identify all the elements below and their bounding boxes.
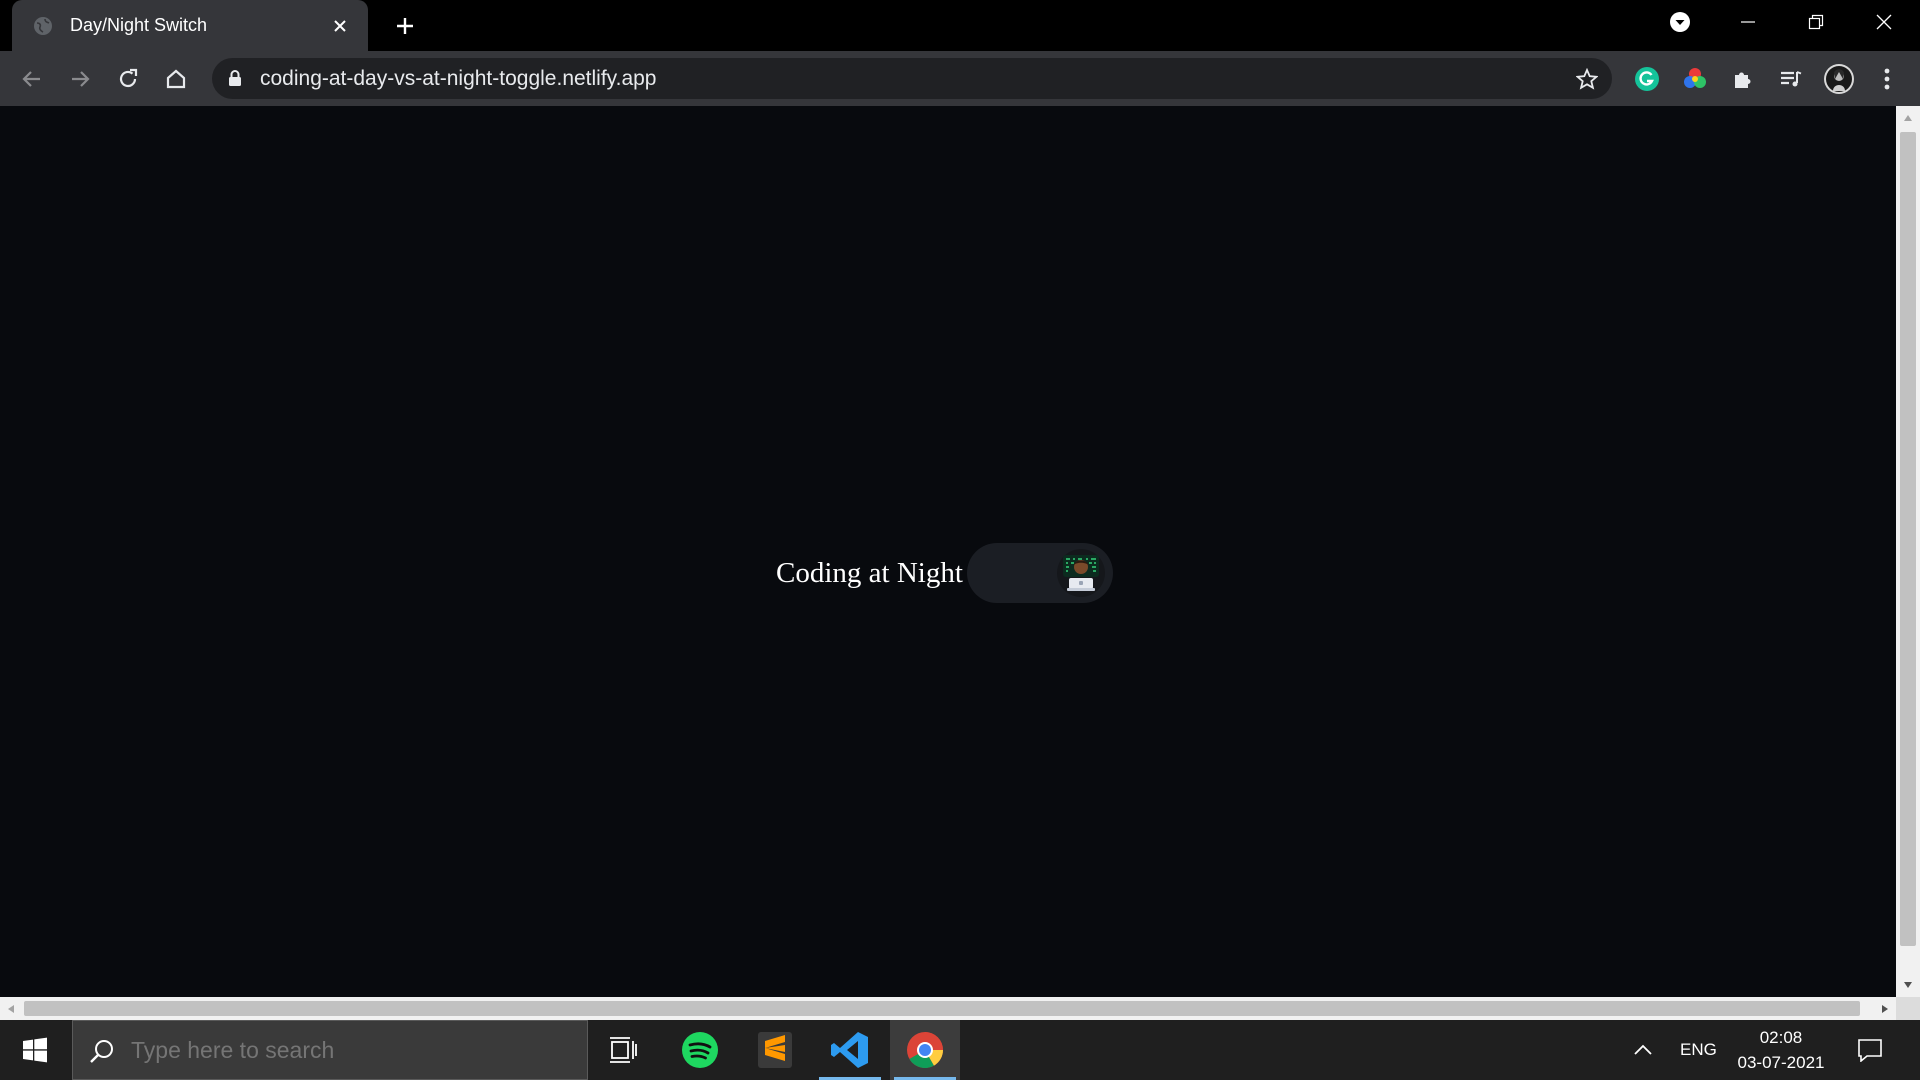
windows-start-icon[interactable] (0, 1020, 70, 1080)
address-bar[interactable] (212, 58, 1612, 99)
clock-time: 02:08 (1759, 1028, 1803, 1047)
horizontal-scroll-thumb[interactable] (24, 1001, 1860, 1016)
show-hidden-icons-chevron-icon[interactable] (1620, 1020, 1666, 1080)
lock-icon[interactable] (226, 69, 244, 87)
minimize-icon[interactable] (1726, 8, 1770, 36)
input-language-indicator[interactable]: ENG (1680, 1040, 1717, 1060)
forward-arrow-icon[interactable] (64, 63, 96, 95)
back-arrow-icon[interactable] (16, 63, 48, 95)
browser-menu-icon[interactable] (1870, 62, 1904, 96)
media-queue-icon[interactable] (1774, 62, 1808, 96)
search-icon (89, 1038, 115, 1064)
restore-icon[interactable] (1794, 8, 1838, 36)
bookmark-star-icon[interactable] (1574, 66, 1600, 92)
tab-title: Day/Night Switch (70, 15, 208, 35)
scroll-right-arrow-icon[interactable] (1874, 997, 1896, 1020)
grammarly-extension-icon[interactable] (1630, 62, 1664, 96)
sublime-text-app-icon[interactable] (740, 1020, 810, 1080)
vertical-scroll-thumb[interactable] (1900, 132, 1916, 946)
reload-icon[interactable] (112, 63, 144, 95)
scroll-left-arrow-icon[interactable] (0, 997, 22, 1020)
windows-taskbar: ENG 02:08 03-07-2021 (0, 1020, 1920, 1080)
mode-label: Coding at Night (776, 556, 963, 589)
technologist-emoji-icon (1062, 555, 1099, 591)
action-center-notification-icon[interactable] (1850, 1032, 1890, 1068)
url-input[interactable] (260, 58, 1510, 99)
taskbar-search-input[interactable] (131, 1021, 551, 1079)
vscode-app-icon[interactable] (815, 1020, 885, 1080)
taskbar-search-box[interactable] (72, 1020, 588, 1080)
task-view-icon[interactable] (588, 1020, 658, 1080)
home-icon[interactable] (160, 63, 192, 95)
tab-strip: Day/Night Switch (0, 0, 1920, 51)
close-window-icon[interactable] (1862, 8, 1906, 36)
browser-tab-active[interactable]: Day/Night Switch (12, 0, 368, 51)
color-picker-extension-icon[interactable] (1678, 62, 1712, 96)
new-tab-button[interactable] (390, 11, 420, 41)
day-night-toggle[interactable] (966, 543, 1113, 603)
profile-avatar[interactable] (1822, 62, 1856, 96)
scroll-up-arrow-icon[interactable] (1896, 108, 1920, 128)
day-night-switch-row: Coding at Night (776, 543, 1113, 603)
scroll-down-arrow-icon[interactable] (1896, 975, 1920, 995)
browser-toolbar (0, 51, 1920, 106)
globe-icon (32, 15, 54, 37)
toggle-knob[interactable] (1056, 549, 1105, 597)
chrome-app-icon[interactable] (890, 1020, 960, 1080)
extensions-puzzle-icon[interactable] (1726, 62, 1760, 96)
close-tab-icon[interactable] (326, 12, 354, 40)
page-viewport: Coding at Night (0, 106, 1896, 997)
taskbar-clock[interactable]: 02:08 03-07-2021 (1720, 1025, 1842, 1075)
scrollbar-corner (1896, 997, 1920, 1020)
tab-search-icon[interactable] (1658, 8, 1702, 36)
horizontal-scrollbar[interactable] (0, 997, 1896, 1020)
vertical-scrollbar[interactable] (1896, 106, 1920, 997)
spotify-app-icon[interactable] (665, 1020, 735, 1080)
clock-date: 03-07-2021 (1737, 1053, 1825, 1072)
